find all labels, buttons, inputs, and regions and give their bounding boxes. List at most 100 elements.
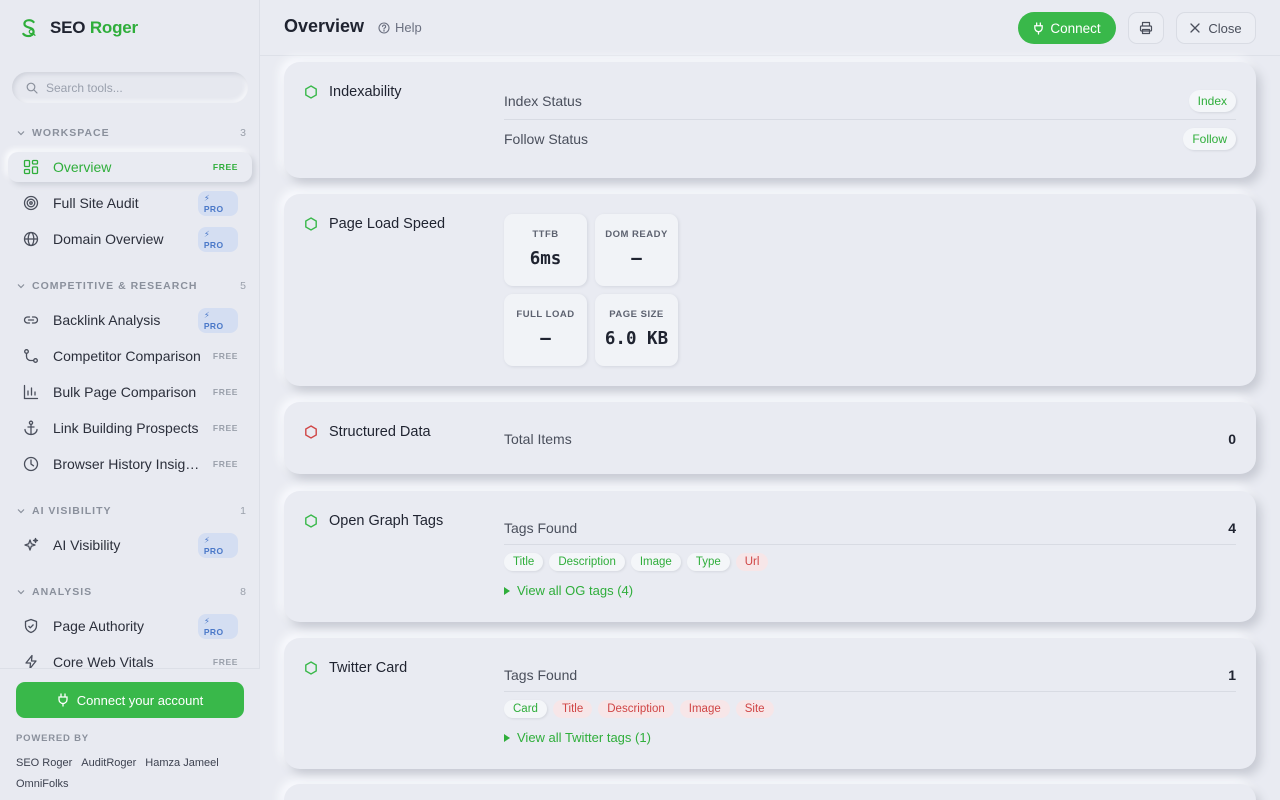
clock-icon (23, 456, 39, 472)
search-box[interactable] (12, 72, 248, 103)
free-badge: FREE (212, 351, 238, 361)
connect-button[interactable]: Connect (1018, 12, 1116, 44)
sidebar-item-label: Overview (53, 159, 112, 175)
follow-status-row: Follow Status Follow (504, 128, 1236, 150)
hexagon-status-ok-icon (305, 661, 317, 675)
sidebar-item-label: AI Visibility (53, 537, 121, 553)
connect-label: Connect (1050, 20, 1101, 36)
card-header: Page Load Speed (304, 216, 445, 232)
sidebar-item-label: Page Authority (53, 618, 145, 634)
tag-chip-missing: Site (735, 700, 774, 718)
chevron-down-icon (17, 131, 25, 136)
row-label: Tags Found (504, 667, 578, 683)
expand-triangle-icon (504, 733, 510, 742)
sidebar-item-backlink-analysis[interactable]: Backlink Analysis ⚡ PRO (8, 305, 252, 335)
group-header-workspace[interactable]: WORKSPACE 3 (16, 125, 246, 141)
sparkles-icon (24, 537, 39, 551)
search-input[interactable] (46, 80, 236, 95)
card-structured-data: Structured Data Total Items 0 (284, 402, 1256, 474)
sidebar-item-bulk-page-comparison[interactable]: Bulk Page Comparison FREE (8, 377, 252, 407)
powered-link[interactable]: AuditRoger (81, 757, 136, 769)
print-button[interactable] (1128, 12, 1164, 44)
tag-chip: Title (504, 553, 544, 571)
group-header-analysis[interactable]: ANALYSIS 8 (16, 584, 246, 600)
index-status-row: Index Status Index (504, 90, 1236, 112)
sidebar-item-full-site-audit[interactable]: Full Site Audit ⚡ PRO (8, 188, 252, 218)
card-header: Indexability (304, 84, 402, 100)
powered-link[interactable]: Hamza Jameel (145, 757, 218, 769)
pro-badge: ⚡ PRO (197, 226, 238, 252)
connect-account-label: Connect your account (76, 692, 204, 708)
view-all-label: View all Twitter tags (1) (517, 730, 651, 745)
metric-label: FULL LOAD (516, 309, 575, 320)
powered-link[interactable]: SEO Roger (16, 757, 72, 769)
brand-name: SEO Roger (50, 18, 138, 37)
shield-icon (24, 618, 38, 634)
tag-chip: Description (549, 553, 625, 571)
pro-badge: ⚡ PRO (197, 190, 238, 216)
card-title: Structured Data (329, 424, 431, 440)
sidebar: SEO Roger WORKSPACE 3 Overview FREE Full… (0, 0, 260, 800)
sidebar-item-ai-visibility[interactable]: AI Visibility ⚡ PRO (8, 530, 252, 560)
help-circle-icon (378, 21, 390, 34)
group-label: COMPETITIVE & RESEARCH (32, 280, 198, 292)
tag-chip-missing: Image (679, 700, 730, 718)
free-badge: FREE (212, 162, 238, 172)
view-all-twitter-tags-link[interactable]: View all Twitter tags (1) (504, 730, 651, 745)
tag-chip-missing: Url (735, 553, 769, 571)
chevron-down-icon (17, 590, 25, 595)
og-tags-found-row: Tags Found 4 (504, 517, 1236, 539)
card-title: Twitter Card (329, 660, 408, 676)
group-label: WORKSPACE (32, 127, 110, 139)
compare-icon (24, 349, 38, 363)
link-icon (23, 316, 39, 324)
tags-found-value: 4 (1228, 520, 1236, 536)
connect-account-button[interactable]: Connect your account (16, 682, 244, 718)
metric-page-size: PAGE SIZE 6.0 KB (595, 294, 678, 366)
index-status-badge: Index (1188, 90, 1236, 112)
close-button[interactable]: Close (1176, 12, 1256, 44)
metric-value: — (540, 329, 551, 349)
row-label: Index Status (504, 93, 582, 109)
view-all-label: View all OG tags (4) (517, 583, 634, 598)
card-title: Page Load Speed (329, 216, 446, 232)
chevron-down-icon (17, 284, 25, 289)
card-title: Open Graph Tags (329, 513, 444, 529)
hexagon-status-ok-icon (305, 514, 317, 528)
tags-found-value: 1 (1228, 667, 1236, 683)
row-divider (504, 691, 1236, 692)
page-title: Overview (284, 16, 365, 36)
group-label: ANALYSIS (32, 586, 93, 598)
sidebar-item-overview[interactable]: Overview FREE (8, 152, 252, 182)
sidebar-item-competitor-comparison[interactable]: Competitor Comparison FREE (8, 341, 252, 371)
group-count: 3 (240, 127, 246, 139)
sidebar-item-label: Backlink Analysis (53, 312, 161, 328)
sidebar-item-page-authority[interactable]: Page Authority ⚡ PRO (8, 611, 252, 641)
card-page-load-speed: Page Load Speed TTFB 6ms DOM READY — FUL… (284, 194, 1256, 386)
card-next-partial (284, 784, 1256, 800)
card-header: Structured Data (304, 424, 431, 440)
powered-by-links: SEO Roger AuditRoger Hamza Jameel OmniFolks (16, 753, 248, 795)
powered-link[interactable]: OmniFolks (16, 778, 69, 790)
sidebar-item-browser-history-insights[interactable]: Browser History Insights FREE (8, 449, 252, 479)
row-label: Tags Found (504, 520, 578, 536)
free-badge: FREE (212, 657, 238, 667)
view-all-og-tags-link[interactable]: View all OG tags (4) (504, 583, 633, 598)
hexagon-status-error-icon (305, 425, 317, 439)
card-open-graph-tags: Open Graph Tags Tags Found 4 Title Descr… (284, 491, 1256, 622)
sidebar-item-link-building-prospects[interactable]: Link Building Prospects FREE (8, 413, 252, 443)
sidebar-item-domain-overview[interactable]: Domain Overview ⚡ PRO (8, 224, 252, 254)
help-link[interactable]: Help (378, 20, 422, 35)
group-count: 5 (240, 280, 246, 292)
sidebar-item-label: Full Site Audit (53, 195, 139, 211)
follow-status-badge: Follow (1183, 128, 1236, 150)
group-header-ai-visibility[interactable]: AI VISIBILITY 1 (16, 503, 246, 519)
metric-full-load: FULL LOAD — (504, 294, 587, 366)
sidebar-item-label: Link Building Prospects (53, 420, 199, 436)
anchor-icon (24, 420, 38, 436)
target-icon (23, 195, 39, 211)
tag-chip-missing: Description (598, 700, 674, 718)
group-header-competitive-research[interactable]: COMPETITIVE & RESEARCH 5 (16, 278, 246, 294)
seo-roger-logo-icon (22, 19, 36, 38)
brand[interactable]: SEO Roger (18, 16, 138, 40)
